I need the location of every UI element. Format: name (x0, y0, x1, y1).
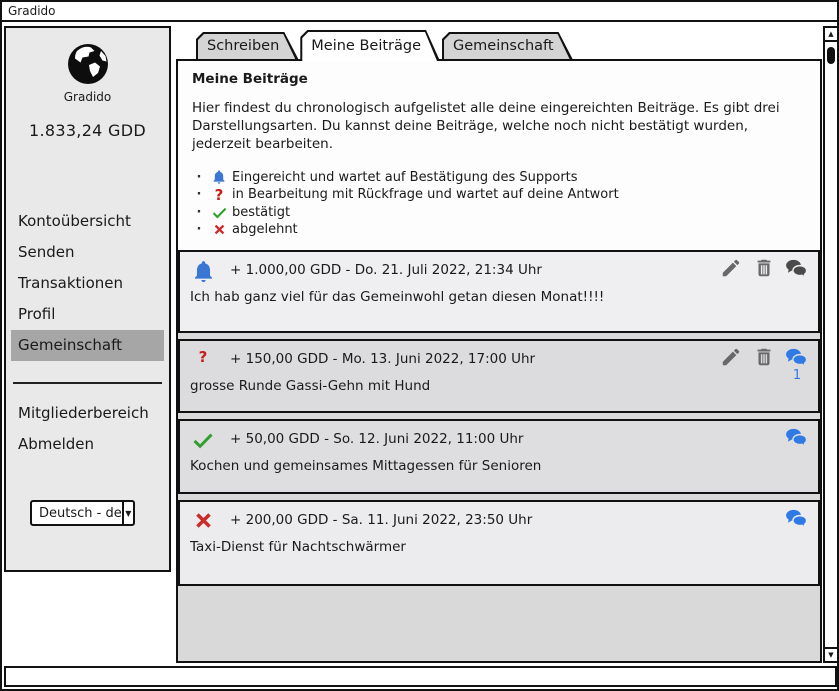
legend-text: abgelehnt (232, 222, 298, 237)
delete-button[interactable] (752, 346, 776, 383)
contribution-card: + 200,00 GDD - Sa. 11. Juni 2022, 23:50 … (178, 500, 820, 586)
account-balance: 1.833,24 GDD (6, 121, 169, 140)
sidebar-item-senden[interactable]: Senden (11, 237, 164, 268)
question-icon: ? (189, 348, 217, 366)
legend-text: Eingereicht und wartet auf Bestätigung d… (232, 170, 578, 185)
language-select-value: Deutsch - de (32, 502, 122, 524)
logo-label: Gradido (6, 90, 169, 104)
check-icon (189, 428, 217, 452)
chevron-down-icon[interactable]: ▼ (122, 502, 133, 524)
trash-icon (753, 257, 775, 279)
gradido-app-window: Gradido Gradido 1.833,24 GDD Kontoübersi… (0, 0, 839, 691)
contribution-message: grosse Runde Gassi-Gehn mit Hund (190, 378, 430, 394)
legend-row-rueckfrage: · ? in Bearbeitung mit Rückfrage und war… (192, 186, 806, 204)
scrollbar-thumb[interactable] (827, 47, 835, 64)
window-titlebar: Gradido (2, 2, 837, 22)
card-actions (785, 426, 809, 448)
scroll-down-icon[interactable]: ▼ (825, 647, 837, 661)
sidebar-item-transaktionen[interactable]: Transaktionen (11, 268, 164, 299)
gradido-globe-logo (6, 40, 169, 88)
contribution-card: ? + 150,00 GDD - Mo. 13. Juni 2022, 17:0… (178, 339, 820, 413)
sidebar-item-gemeinschaft[interactable]: Gemeinschaft (11, 330, 164, 361)
chat-button[interactable] (785, 257, 809, 279)
contribution-amount-date: + 1.000,00 GDD - Do. 21. Juli 2022, 21:3… (230, 262, 542, 278)
contribution-amount-date: + 50,00 GDD - So. 12. Juni 2022, 11:00 U… (230, 431, 523, 447)
sidebar-item-kontouebersicht[interactable]: Kontoübersicht (11, 206, 164, 237)
contribution-card: + 50,00 GDD - So. 12. Juni 2022, 11:00 U… (178, 419, 820, 494)
chat-button[interactable]: 1 (785, 346, 809, 383)
card-actions (719, 257, 809, 279)
question-icon: ? (206, 186, 232, 204)
bell-icon (206, 169, 232, 185)
contribution-card: + 1.000,00 GDD - Do. 21. Juli 2022, 21:3… (178, 250, 820, 333)
chat-button[interactable] (785, 507, 809, 529)
window-title: Gradido (8, 4, 56, 18)
sidebar-nav: Kontoübersicht Senden Transaktionen Prof… (6, 206, 169, 361)
bullet: · (192, 222, 206, 237)
contribution-message: Ich hab ganz viel für das Gemeinwohl get… (190, 289, 604, 305)
sidebar-secondary-nav: Mitgliederbereich Abmelden (6, 398, 169, 460)
chat-icon (785, 346, 809, 368)
tab-meine-beitraege[interactable]: Meine Beiträge (300, 30, 440, 61)
chat-icon (785, 507, 809, 529)
check-icon (206, 204, 232, 221)
chat-icon (785, 426, 809, 448)
intro-text: Hier findest du chronologisch aufgeliste… (192, 100, 798, 153)
chat-icon (785, 257, 809, 279)
chat-button[interactable] (785, 426, 809, 448)
contribution-message: Taxi-Dienst für Nachtschwärmer (190, 539, 406, 555)
bullet: · (192, 205, 206, 220)
tab-schreiben[interactable]: Schreiben (196, 32, 298, 59)
cross-icon (206, 222, 232, 237)
legend-row-bestaetigt: · bestätigt (192, 203, 806, 221)
legend-text: bestätigt (232, 205, 290, 220)
bullet: · (192, 170, 206, 185)
sidebar-item-profil[interactable]: Profil (11, 299, 164, 330)
intro-section: Meine Beiträge Hier findest du chronolog… (178, 61, 820, 250)
delete-button[interactable] (752, 257, 776, 279)
edit-button[interactable] (719, 346, 743, 383)
sidebar-item-mitgliederbereich[interactable]: Mitgliederbereich (11, 398, 164, 429)
contribution-amount-date: + 200,00 GDD - Sa. 11. Juni 2022, 23:50 … (230, 512, 532, 528)
tab-meine-beitraege-label: Meine Beiträge (302, 32, 437, 61)
status-legend: · Eingereicht und wartet auf Bestätigung… (192, 168, 806, 238)
tab-bar: Schreiben Meine Beiträge Gemeinschaft (196, 30, 575, 61)
sidebar: Gradido 1.833,24 GDD Kontoübersicht Send… (4, 26, 171, 572)
vertical-scrollbar[interactable]: ▲ ▼ (823, 26, 839, 663)
page-title: Meine Beiträge (192, 71, 806, 87)
bullet: · (192, 187, 206, 202)
scroll-up-icon[interactable]: ▲ (825, 28, 837, 42)
sidebar-item-abmelden[interactable]: Abmelden (11, 429, 164, 460)
tab-gemeinschaft-label: Gemeinschaft (444, 34, 570, 59)
legend-row-eingereicht: · Eingereicht und wartet auf Bestätigung… (192, 168, 806, 186)
tab-schreiben-label: Schreiben (198, 34, 295, 59)
bell-icon (189, 259, 217, 284)
pencil-icon (720, 346, 742, 368)
legend-text: in Bearbeitung mit Rückfrage und wartet … (232, 187, 619, 202)
card-actions (785, 507, 809, 529)
main-content-panel: Meine Beiträge Hier findest du chronolog… (176, 59, 822, 663)
contribution-message: Kochen und gemeinsames Mittagessen für S… (190, 458, 541, 474)
globe-icon (64, 40, 112, 88)
trash-icon (753, 346, 775, 368)
card-actions: 1 (719, 346, 809, 383)
status-bar (4, 666, 837, 687)
tab-gemeinschaft[interactable]: Gemeinschaft (442, 32, 573, 59)
legend-row-abgelehnt: · abgelehnt (192, 221, 806, 239)
pencil-icon (720, 257, 742, 279)
language-select[interactable]: Deutsch - de ▼ (30, 500, 135, 526)
edit-button[interactable] (719, 257, 743, 279)
cross-icon (189, 509, 217, 532)
contribution-amount-date: + 150,00 GDD - Mo. 13. Juni 2022, 17:00 … (230, 351, 535, 367)
sidebar-divider (13, 382, 162, 384)
chat-count-badge: 1 (793, 369, 801, 383)
